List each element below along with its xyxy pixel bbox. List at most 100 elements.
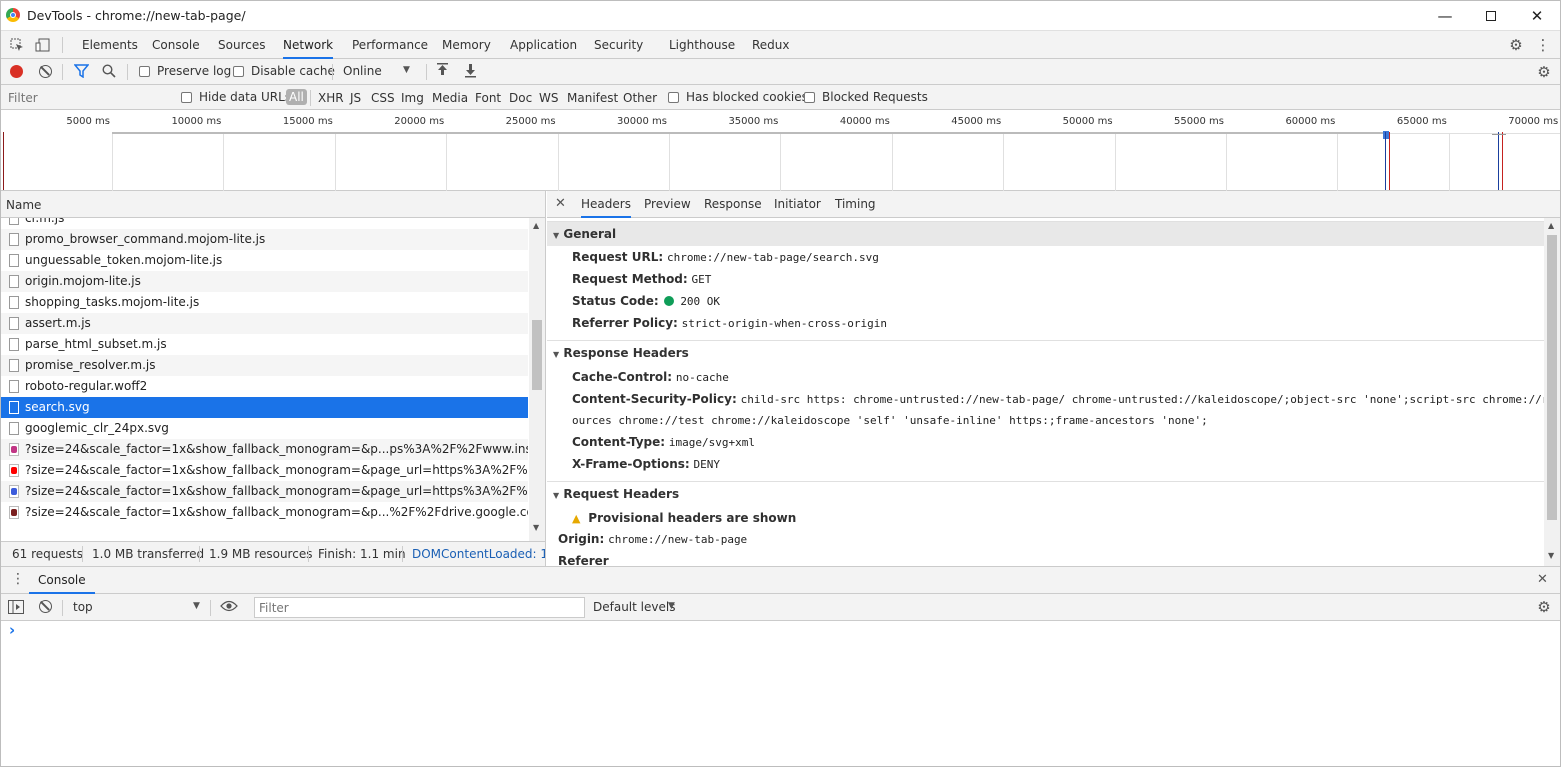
tab-elements[interactable]: Elements bbox=[82, 31, 138, 59]
tab-network[interactable]: Network bbox=[283, 31, 334, 59]
table-row[interactable]: cr.m.js bbox=[0, 218, 528, 229]
dcl-marker-2 bbox=[1498, 132, 1499, 190]
tab-application[interactable]: Application bbox=[510, 31, 577, 59]
drawer-tab-console[interactable]: Console bbox=[29, 567, 95, 594]
table-row[interactable]: assert.m.js bbox=[0, 313, 528, 334]
console-output[interactable]: › bbox=[0, 621, 1561, 767]
tab-console[interactable]: Console bbox=[152, 31, 200, 59]
scroll-down-icon[interactable]: ▼ bbox=[1548, 551, 1554, 560]
tab-sources[interactable]: Sources bbox=[218, 31, 265, 59]
request-name: promo_browser_command.mojom-lite.js bbox=[25, 232, 266, 246]
table-row[interactable]: googlemic_clr_24px.svg bbox=[0, 418, 528, 439]
filter-type-doc[interactable]: Doc bbox=[509, 91, 532, 105]
search-icon[interactable] bbox=[102, 64, 116, 81]
scrollbar-thumb[interactable] bbox=[532, 320, 542, 390]
table-row[interactable]: promise_resolver.m.js bbox=[0, 355, 528, 376]
show-sidebar-icon[interactable] bbox=[8, 600, 24, 617]
details-tab-preview[interactable]: Preview bbox=[644, 191, 691, 218]
network-toolbar: Preserve log Disable cache Online ▼ ⚙ bbox=[0, 59, 1561, 85]
console-filter-input[interactable] bbox=[254, 597, 585, 618]
general-section-header[interactable]: ▼ General bbox=[547, 221, 1544, 246]
disable-cache-label: Disable cache bbox=[251, 64, 335, 78]
table-row[interactable]: ?size=24&scale_factor=1x&show_fallback_m… bbox=[0, 481, 528, 502]
table-row[interactable]: shopping_tasks.mojom-lite.js bbox=[0, 292, 528, 313]
scroll-up-icon[interactable]: ▲ bbox=[1548, 221, 1554, 230]
table-row[interactable]: promo_browser_command.mojom-lite.js bbox=[0, 229, 528, 250]
warning-icon: ▲ bbox=[572, 512, 581, 525]
timeline-tick-label: 60000 ms bbox=[1285, 116, 1336, 127]
favicon-image-icon bbox=[9, 506, 19, 519]
filter-type-font[interactable]: Font bbox=[475, 91, 501, 105]
filter-type-xhr[interactable]: XHR bbox=[318, 91, 344, 105]
close-drawer-icon[interactable]: ✕ bbox=[1537, 572, 1548, 587]
scroll-up-icon[interactable]: ▲ bbox=[533, 221, 539, 230]
network-overview-timeline[interactable]: 5000 ms 10000 ms 15000 ms 20000 ms 25000 ms 3… bbox=[0, 110, 1561, 191]
request-headers-section-header[interactable]: ▼ Request Headers bbox=[547, 481, 1544, 506]
timeline-gridline bbox=[1114, 134, 1116, 191]
filter-type-css[interactable]: CSS bbox=[371, 91, 395, 105]
filter-type-manifest[interactable]: Manifest bbox=[567, 91, 618, 105]
request-name: ?size=24&scale_factor=1x&show_fallback_m… bbox=[25, 484, 528, 498]
file-icon bbox=[9, 317, 19, 330]
filter-type-all[interactable]: All bbox=[286, 89, 307, 105]
context-select[interactable]: top ▼ bbox=[70, 598, 205, 617]
filter-icon[interactable] bbox=[73, 64, 90, 81]
clear-icon[interactable] bbox=[39, 65, 52, 78]
console-settings-gear-icon[interactable]: ⚙ bbox=[1535, 598, 1553, 616]
details-tab-timing[interactable]: Timing bbox=[835, 191, 876, 218]
details-scrollbar[interactable]: ▲ ▼ bbox=[1544, 218, 1560, 566]
request-list-scrollbar[interactable]: ▲ ▼ bbox=[529, 218, 545, 541]
log-levels-select[interactable]: Default levels ▼ bbox=[589, 598, 689, 617]
filter-type-media[interactable]: Media bbox=[432, 91, 468, 105]
has-blocked-cookies-checkbox[interactable] bbox=[668, 92, 679, 103]
table-row[interactable]: ?size=24&scale_factor=1x&show_fallback_m… bbox=[0, 460, 528, 481]
more-options-icon[interactable]: ⋮ bbox=[1535, 36, 1551, 54]
console-prompt[interactable]: › bbox=[9, 621, 15, 639]
filter-type-other[interactable]: Other bbox=[623, 91, 657, 105]
clear-console-icon[interactable] bbox=[39, 600, 52, 613]
response-headers-title: Response Headers bbox=[563, 346, 689, 360]
response-headers-section-header[interactable]: ▼ Response Headers bbox=[547, 340, 1544, 365]
details-tab-response[interactable]: Response bbox=[704, 191, 762, 218]
scroll-down-icon[interactable]: ▼ bbox=[533, 523, 539, 532]
tab-security[interactable]: Security bbox=[594, 31, 643, 59]
table-row[interactable]: ?size=24&scale_factor=1x&show_fallback_m… bbox=[0, 439, 528, 460]
import-har-icon[interactable] bbox=[436, 63, 449, 81]
throttling-select[interactable]: Online ▼ bbox=[340, 62, 420, 82]
record-icon[interactable] bbox=[10, 65, 23, 78]
resource-type-filters: All XHR JS CSS Img Media Font Doc WS Manifest Othe… bbox=[0, 85, 700, 110]
export-har-icon[interactable] bbox=[464, 63, 477, 81]
close-window-button[interactable]: ✕ bbox=[1514, 0, 1560, 31]
preserve-log-checkbox[interactable] bbox=[139, 66, 150, 77]
request-list-header[interactable]: Name bbox=[0, 191, 545, 218]
csp-value-cont: ources chrome://test chrome://kaleidosco… bbox=[572, 414, 1208, 427]
table-row[interactable]: search.svg bbox=[0, 397, 528, 418]
maximize-button[interactable] bbox=[1468, 0, 1514, 31]
filter-type-ws[interactable]: WS bbox=[539, 91, 558, 105]
timeline-tick-label: 30000 ms bbox=[617, 116, 667, 127]
table-row[interactable]: ?size=24&scale_factor=1x&show_fallback_m… bbox=[0, 502, 528, 523]
filter-type-js[interactable]: JS bbox=[350, 91, 361, 105]
settings-gear-icon[interactable]: ⚙ bbox=[1507, 36, 1525, 54]
table-row[interactable]: origin.mojom-lite.js bbox=[0, 271, 528, 292]
table-row[interactable]: roboto-regular.woff2 bbox=[0, 376, 528, 397]
minimize-button[interactable]: — bbox=[1422, 0, 1468, 31]
live-expression-eye-icon[interactable] bbox=[220, 600, 238, 615]
details-tab-headers[interactable]: Headers bbox=[581, 191, 631, 218]
drawer-header: ⋮ Console ✕ bbox=[0, 566, 1561, 594]
drawer-menu-icon[interactable]: ⋮ bbox=[11, 571, 25, 587]
disable-cache-checkbox[interactable] bbox=[233, 66, 244, 77]
toolbar-divider bbox=[210, 600, 211, 616]
tab-memory[interactable]: Memory bbox=[442, 31, 491, 59]
details-tab-initiator[interactable]: Initiator bbox=[774, 191, 821, 218]
network-settings-gear-icon[interactable]: ⚙ bbox=[1535, 63, 1553, 81]
scrollbar-thumb[interactable] bbox=[1547, 235, 1557, 520]
filter-type-img[interactable]: Img bbox=[401, 91, 424, 105]
blocked-requests-checkbox[interactable] bbox=[804, 92, 815, 103]
table-row[interactable]: parse_html_subset.m.js bbox=[0, 334, 528, 355]
table-row[interactable]: unguessable_token.mojom-lite.js bbox=[0, 250, 528, 271]
tab-lighthouse[interactable]: Lighthouse bbox=[669, 31, 735, 59]
tab-performance[interactable]: Performance bbox=[352, 31, 428, 59]
file-icon bbox=[9, 380, 19, 393]
tab-redux[interactable]: Redux bbox=[752, 31, 790, 59]
